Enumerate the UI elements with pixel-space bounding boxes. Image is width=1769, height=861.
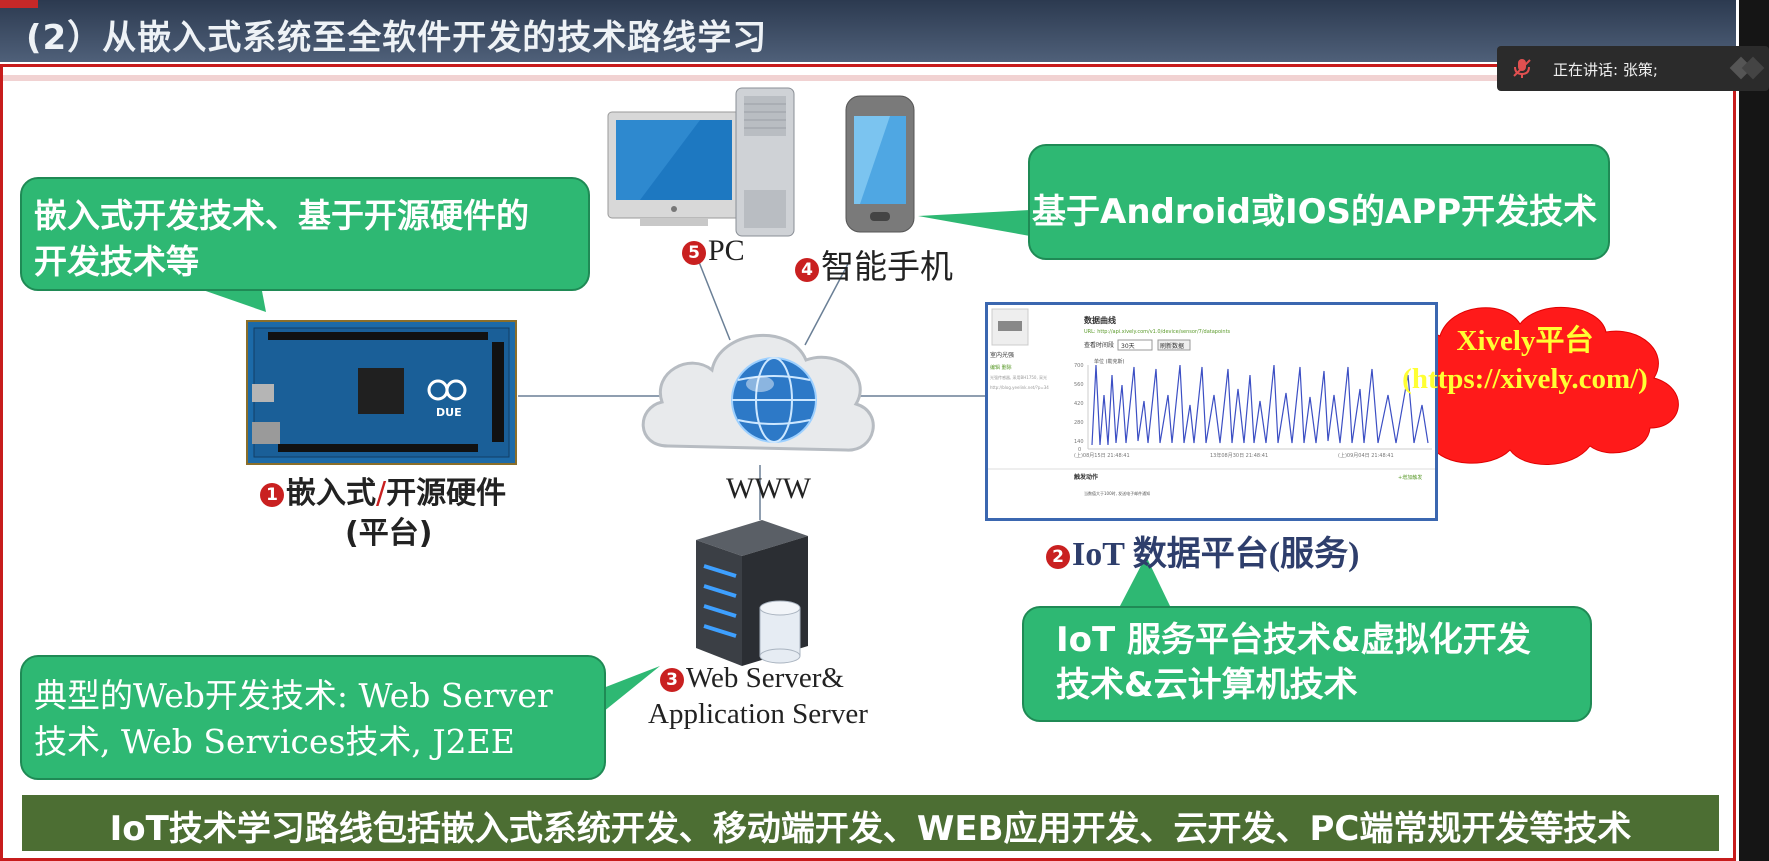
y-tick: 140	[1074, 439, 1084, 445]
pc-label: 5 PC	[682, 234, 745, 268]
embedded-label-a: 嵌入式	[286, 476, 376, 511]
phone-label-text: 智能手机	[821, 250, 953, 286]
y-tick: 420	[1074, 401, 1084, 407]
x-tick: (上)09月04日 21:48:41	[1338, 452, 1394, 459]
server-label: 3 Web Server& Application Server	[648, 660, 868, 732]
x-tick: 13年08月30日 21:48:41	[1210, 452, 1268, 459]
iot-platform-label-text: IoT 数据平台(服务)	[1072, 536, 1360, 573]
callout-tail-app	[918, 210, 1030, 236]
database-icon	[759, 600, 801, 664]
number-badge: 3	[660, 668, 684, 693]
summary-banner: IoT技术学习路线包括嵌入式系统开发、移动端开发、WEB应用开发、云开发、PC端…	[22, 795, 1719, 851]
screenshot-select: 30天	[1121, 343, 1135, 350]
iot-platform-label: 2 IoT 数据平台(服务)	[1046, 526, 1359, 575]
summary-banner-text: IoT技术学习路线包括嵌入式系统开发、移动端开发、WEB应用开发、云开发、PC端…	[109, 809, 1632, 849]
callout-tail-embedded	[200, 289, 266, 312]
y-tick: 560	[1074, 382, 1084, 388]
x-tick: (上)08月15日 21:48:41	[1074, 452, 1130, 459]
screenshot-footer-note: 当数值大于100时, 发送电子邮件通知	[1084, 490, 1150, 496]
callout-web-line2: 技术, Web Services技术, J2EE	[34, 722, 515, 761]
pc-monitor-icon	[607, 111, 741, 226]
callout-app: 基于Android或IOS的APP开发技术	[1028, 144, 1610, 260]
xively-url: (https://xively.com/)	[1402, 363, 1648, 395]
pc-label-text: PC	[708, 234, 745, 267]
y-tick: 700	[1074, 363, 1084, 369]
arduino-board-image: DUE	[246, 320, 517, 465]
phone-label: 4 智能手机	[795, 240, 953, 288]
callout-web: 典型的Web开发技术: Web Server 技术, Web Services技…	[20, 655, 606, 780]
xively-title: Xively平台	[1456, 325, 1594, 357]
callout-embedded: 嵌入式开发技术、基于开源硬件的 开发技术等	[20, 177, 590, 291]
number-badge: 2	[1046, 545, 1070, 570]
number-badge: 1	[260, 482, 284, 507]
screenshot-footer-link: +增加触发	[1398, 474, 1422, 481]
callout-embedded-line1: 嵌入式开发技术、基于开源硬件的	[34, 196, 529, 235]
board-label: DUE	[436, 406, 462, 419]
screenshot-side-note-2: http://blog.yeelink.net/?p=34	[990, 385, 1049, 390]
screenshot-y-label: 单位 (勒克斯)	[1094, 358, 1125, 365]
callout-app-text: 基于Android或IOS的APP开发技术	[1032, 192, 1598, 232]
callout-iot-line2: 技术&云计算机技术	[1056, 665, 1358, 705]
server-label-line1: Web Server&	[686, 662, 844, 694]
screenshot-button: 刷新数据	[1160, 342, 1184, 350]
screenshot-side-note-1: 光强传感器, 采用BH1750, 采光	[990, 374, 1047, 380]
screenshot-side-links: 编辑 删除	[990, 364, 1012, 371]
server-label-line2: Application Server	[648, 698, 868, 730]
embedded-label: 1 嵌入式/开源硬件	[260, 468, 506, 512]
xively-cloud-label: Xively平台 (https://xively.com/)	[1366, 322, 1684, 398]
number-badge: 5	[682, 241, 706, 266]
callout-web-line1: 典型的Web开发技术: Web Server	[34, 676, 553, 715]
embedded-label-sep: /	[376, 476, 387, 511]
screenshot-heading: 数据曲线	[1084, 315, 1116, 325]
screenshot-footer-title: 触发动作	[1073, 473, 1098, 481]
screenshot-url: URL: http://api.xively.com/v1.0/device/s…	[1084, 329, 1231, 335]
callout-embedded-line2: 开发技术等	[34, 242, 199, 281]
pc-tower-icon	[735, 87, 795, 237]
number-badge: 4	[795, 258, 819, 283]
callout-iot: IoT 服务平台技术&虚拟化开发 技术&云计算机技术	[1022, 606, 1592, 722]
callout-iot-line1: IoT 服务平台技术&虚拟化开发	[1056, 620, 1531, 660]
embedded-label-b: 开源硬件	[386, 476, 507, 511]
globe-icon	[731, 357, 817, 443]
embedded-label-platform: (平台)	[345, 516, 433, 551]
screenshot-side-title: 室内光强	[990, 351, 1014, 359]
y-tick: 280	[1074, 420, 1084, 426]
smartphone-icon	[845, 95, 915, 233]
screenshot-select-label: 查看时间段	[1084, 341, 1114, 349]
www-label: WWW	[726, 472, 811, 505]
